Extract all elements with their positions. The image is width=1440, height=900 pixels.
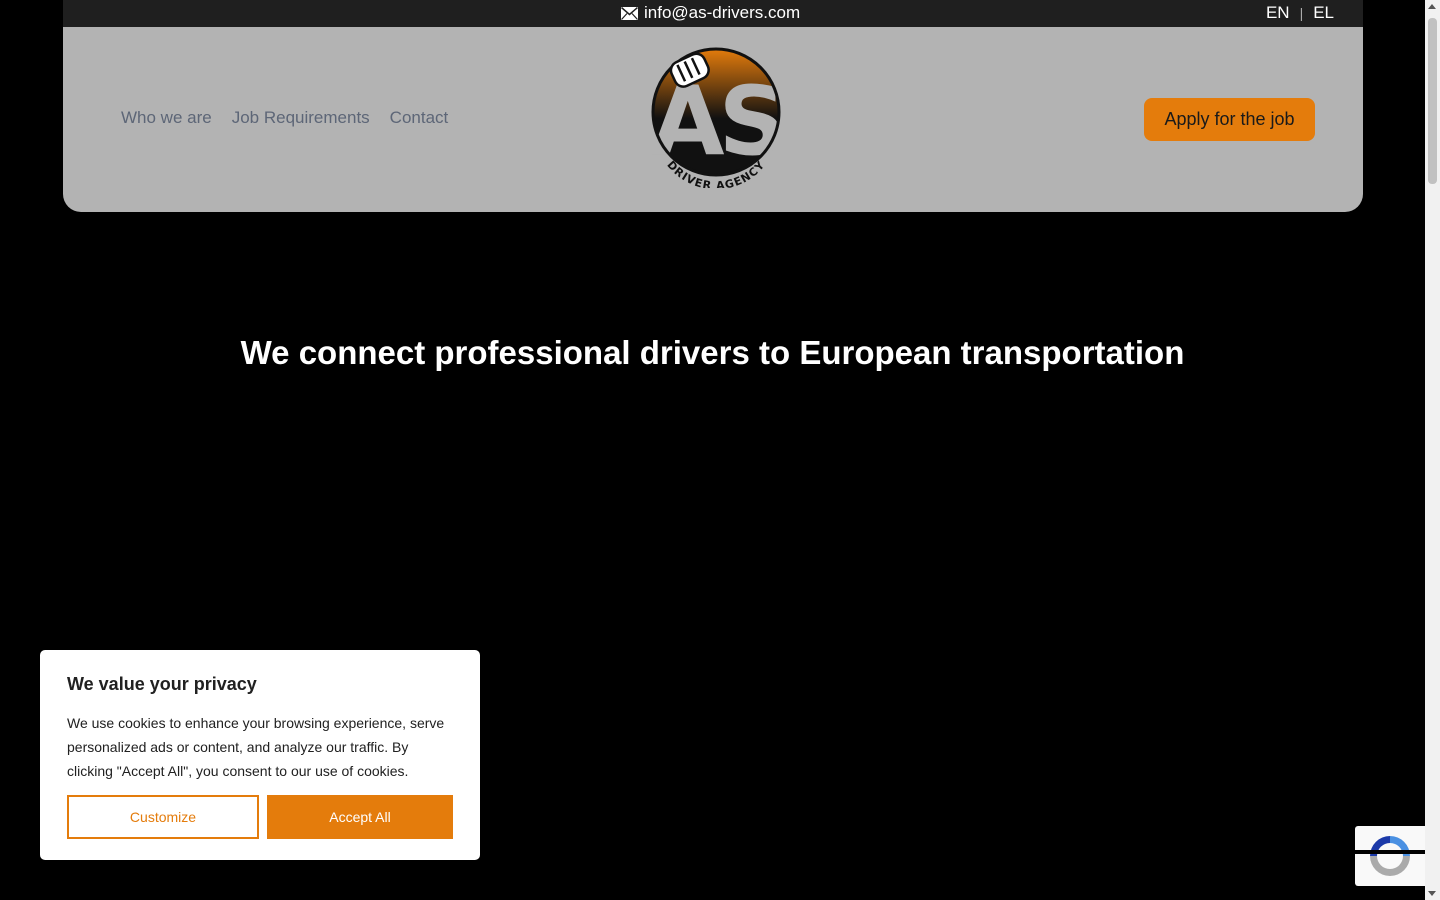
email-link[interactable]: info@as-drivers.com — [621, 3, 800, 23]
apply-job-button[interactable]: Apply for the job — [1144, 98, 1315, 141]
accept-all-button[interactable]: Accept All — [267, 795, 453, 839]
lang-el[interactable]: EL — [1313, 3, 1334, 23]
svg-text:AS: AS — [651, 67, 781, 177]
scroll-down-icon[interactable] — [1428, 891, 1436, 896]
language-switcher: EN | EL — [1266, 3, 1334, 23]
recaptcha-badge[interactable] — [1355, 826, 1425, 886]
cookie-consent-banner: We value your privacy We use cookies to … — [40, 650, 480, 860]
cookie-body: We use cookies to enhance your browsing … — [67, 715, 445, 779]
lang-separator: | — [1299, 5, 1304, 21]
customize-button[interactable]: Customize — [67, 795, 259, 839]
site-header: Who we are Job Requirements Contact AS D… — [63, 27, 1363, 212]
recaptcha-icon — [1355, 836, 1425, 876]
scroll-thumb[interactable] — [1428, 18, 1437, 184]
logo[interactable]: AS DRIVER AGENCY — [646, 46, 786, 188]
nav-contact[interactable]: Contact — [390, 108, 449, 128]
cookie-title: We value your privacy — [67, 674, 257, 694]
email-text: info@as-drivers.com — [644, 3, 801, 22]
scroll-up-icon[interactable] — [1428, 4, 1436, 9]
nav-job-requirements[interactable]: Job Requirements — [232, 108, 370, 128]
cookie-buttons: Customize Accept All — [67, 795, 453, 839]
page-scrollbar[interactable] — [1425, 0, 1440, 900]
main-nav: Who we are Job Requirements Contact — [121, 108, 448, 128]
top-bar: info@as-drivers.com EN | EL — [63, 0, 1363, 27]
nav-who-we-are[interactable]: Who we are — [121, 108, 212, 128]
envelope-icon — [621, 6, 638, 20]
lang-en[interactable]: EN — [1266, 3, 1290, 23]
hero-title: We connect professional drivers to Europ… — [240, 334, 1185, 371]
